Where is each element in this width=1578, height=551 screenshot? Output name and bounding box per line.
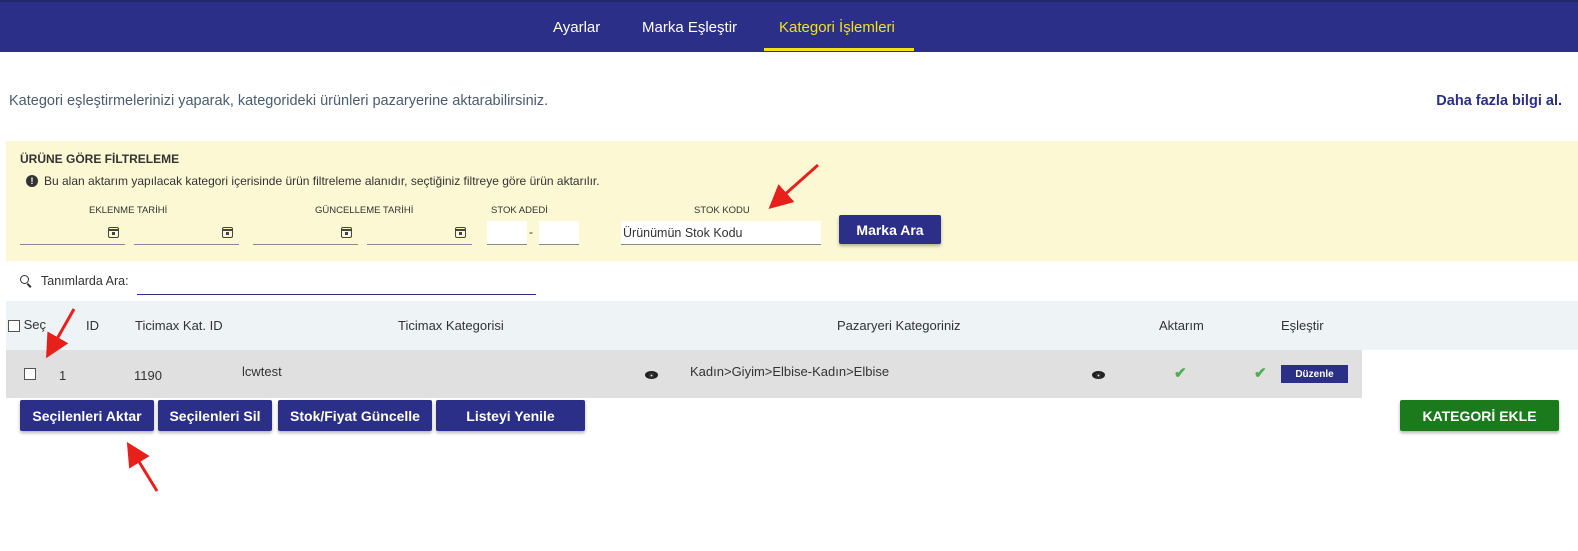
transfer-selected-button[interactable]: Seçilenleri Aktar <box>20 400 154 431</box>
stock-range-separator: - <box>529 225 533 239</box>
row-id: 1 <box>59 368 67 383</box>
eye-icon[interactable] <box>645 371 658 379</box>
calendar-icon[interactable] <box>108 227 119 238</box>
table-header: Seç ID Ticimax Kat. ID Ticimax Kategoris… <box>6 301 1578 350</box>
more-info-link[interactable]: Daha fazla bilgi al. <box>1436 93 1562 109</box>
exclamation-circle-icon: ! <box>26 175 38 187</box>
stock-count-min-input[interactable] <box>487 221 527 245</box>
nav-tab-marka-eslestir[interactable]: Marka Eşleştir <box>642 19 737 36</box>
nav-tab-ayarlar[interactable]: Ayarlar <box>553 19 600 36</box>
row-market-category: Kadın>Giyim>Elbise-Kadın>Elbise <box>690 364 890 379</box>
select-header: Seç <box>23 317 47 332</box>
row-ticimax-category: lcwtest <box>242 364 282 379</box>
brand-search-button[interactable]: Marka Ara <box>839 215 941 244</box>
ticimax-category-header: Ticimax Kategorisi <box>398 318 504 333</box>
row-ticimax-id: 1190 <box>134 368 162 383</box>
calendar-icon[interactable] <box>222 227 233 238</box>
updated-date-end-field[interactable] <box>367 224 472 245</box>
added-date-end-field[interactable] <box>134 224 239 245</box>
stock-count-label: STOK ADEDİ <box>491 205 548 216</box>
select-all-checkbox[interactable] <box>8 319 20 332</box>
match-header: Eşleştir <box>1281 318 1324 333</box>
added-date-start-field[interactable] <box>20 224 125 245</box>
definition-search-label: Tanımlarda Ara: <box>41 274 129 288</box>
search-icon <box>20 275 32 287</box>
stock-count-max-input[interactable] <box>539 221 579 245</box>
row-select-checkbox[interactable] <box>24 368 36 380</box>
eye-icon[interactable] <box>1092 371 1105 379</box>
transfer-header: Aktarım <box>1159 318 1204 333</box>
update-stock-price-button[interactable]: Stok/Fiyat Güncelle <box>278 400 432 431</box>
check-icon: ✔ <box>1174 365 1187 382</box>
page-description: Kategori eşleştirmelerinizi yaparak, kat… <box>9 93 549 109</box>
added-date-label: EKLENME TARİHİ <box>89 205 168 216</box>
market-category-header: Pazaryeri Kategoriniz <box>837 318 961 333</box>
stock-code-label: STOK KODU <box>694 205 750 216</box>
filter-info-text: Bu alan aktarım yapılacak kategori içeri… <box>44 174 600 188</box>
delete-selected-button[interactable]: Seçilenleri Sil <box>158 400 272 431</box>
id-header: ID <box>86 318 99 333</box>
top-navbar: Ayarlar Marka Eşleştir Kategori İşlemler… <box>0 0 1578 52</box>
ticimax-id-header: Ticimax Kat. ID <box>135 318 223 333</box>
edit-button[interactable]: Düzenle <box>1281 365 1348 383</box>
calendar-icon[interactable] <box>455 227 466 238</box>
product-filter-panel: ÜRÜNE GÖRE FİLTRELEME ! Bu alan aktarım … <box>6 141 1578 261</box>
filter-title: ÜRÜNE GÖRE FİLTRELEME <box>20 152 180 166</box>
add-category-button[interactable]: KATEGORİ EKLE <box>1400 400 1559 431</box>
active-tab-indicator <box>764 48 914 51</box>
check-icon: ✔ <box>1254 365 1267 382</box>
filter-info: ! Bu alan aktarım yapılacak kategori içe… <box>26 174 600 188</box>
calendar-icon[interactable] <box>341 227 352 238</box>
arrow-to-transfer-button <box>126 441 159 492</box>
nav-tab-kategori-islemleri[interactable]: Kategori İşlemleri <box>779 19 895 36</box>
definition-search: Tanımlarda Ara: <box>20 274 129 288</box>
refresh-list-button[interactable]: Listeyi Yenile <box>436 400 585 431</box>
table-row: 1 1190 lcwtest Kadın>Giyim>Elbise-Kadın>… <box>6 350 1362 398</box>
definition-search-input[interactable] <box>137 275 536 295</box>
updated-date-label: GÜNCELLEME TARİHİ <box>315 205 414 216</box>
updated-date-start-field[interactable] <box>253 224 358 245</box>
stock-code-input[interactable] <box>621 221 821 245</box>
select-all-column: Seç <box>8 317 46 332</box>
